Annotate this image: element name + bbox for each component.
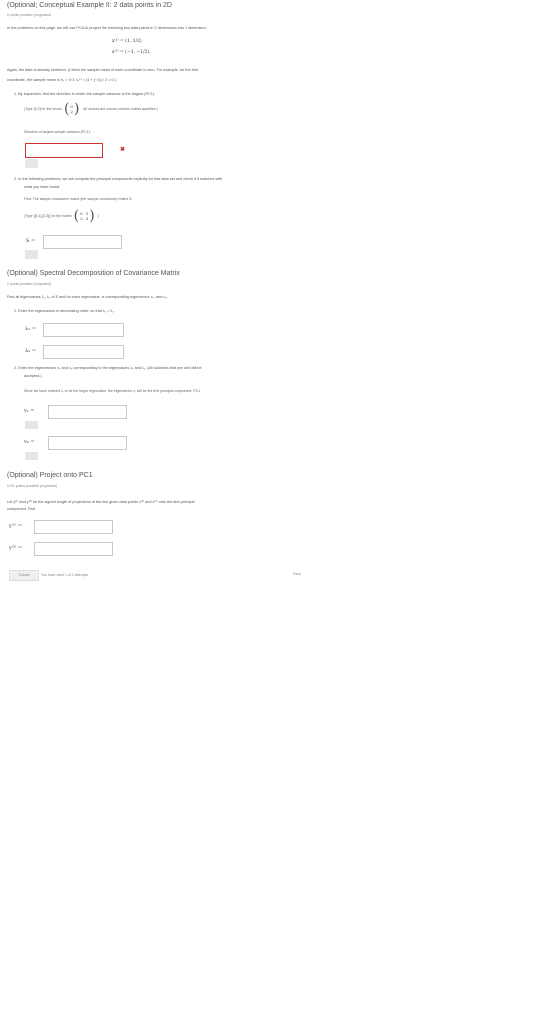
eigenvalue-instruction: 1. Enter the eigenvalues in decreasing o… [14, 309, 115, 313]
covariance-prompt: First: The sample covariance matrix (the… [24, 197, 133, 201]
intro-text: In the problems on this page, we will us… [7, 26, 207, 30]
lambda1-label: λ₁ = [25, 326, 36, 332]
v2-label: v₂ = [24, 439, 35, 445]
centered-text-line1: Again, the data is already centered. (Ch… [7, 68, 198, 72]
attempts-text: You have used 1 of 2 attempts [41, 573, 89, 577]
example-vector: ( 02 ) [63, 101, 80, 117]
points-meta: 0.0/1 points possible (ungraded) [7, 484, 58, 488]
v1-label: v₁ = [24, 408, 35, 414]
eigen-prompt: Find all eigenvalues λ₁, λ₂ of S and for… [7, 295, 168, 299]
matrix-hint-suffix: .) [96, 214, 99, 218]
matrix-d: 3 [85, 216, 89, 221]
incorrect-icon: ✖ [120, 147, 126, 153]
points-meta: 0 points possible (ungraded) [7, 282, 52, 286]
matrix-hint-prefix: (Type [[0,1],[2,3]] for the matrix [24, 214, 72, 218]
v1-input[interactable] [48, 405, 127, 419]
save-button[interactable]: Save [293, 572, 301, 576]
covariance-matrix-input[interactable] [43, 235, 122, 249]
v2-input[interactable] [48, 436, 127, 450]
centered-text-line2: coordinate, the sample mean is x̄₁ = ½ Σ… [7, 78, 116, 82]
eigenvector-instruction-line2: accepted.) [24, 374, 42, 378]
section-title: (Optional) Spectral Decomposition of Cov… [7, 270, 180, 277]
vector-bottom: 2 [70, 109, 73, 114]
data-point-1: x⁽¹⁾ = (1, 1/2) [112, 39, 142, 44]
data-point-2: x⁽²⁾ = (−1, −1/2). [112, 50, 151, 55]
y2-label: y⁽²⁾ = [9, 545, 23, 551]
y1-input[interactable] [34, 520, 113, 534]
projection-prompt-line2: component. Find [7, 507, 36, 511]
question-2-line1: 2. In the following problems, we will co… [14, 177, 223, 181]
type-hint-vector: (Type [0,2] for the vector ( 02 ) . All … [24, 101, 158, 117]
lambda2-input[interactable] [43, 345, 124, 359]
s-label: S = [26, 238, 36, 244]
eigenvector-instruction-line1: 2. Enter the eigenvectors v₁ and v₂ corr… [14, 366, 202, 370]
y1-label: y⁽¹⁾ = [9, 523, 23, 529]
type-hint-matrix: (Type [[0,1],[2,3]] for the matrix ( 01 … [24, 208, 99, 224]
type-hint-suffix: . All vectors are column vectors unless … [81, 107, 158, 111]
lambda1-input[interactable] [43, 323, 124, 337]
question-2-line2: what you have found. [24, 185, 61, 189]
type-hint-prefix: (Type [0,2] for the vector [24, 107, 62, 111]
points-meta: 0 points possible (ungraded) [7, 13, 52, 17]
preview-button[interactable] [25, 159, 38, 168]
direction-label: Direction of largest sample variance (PC… [24, 130, 91, 134]
preview-button[interactable] [25, 452, 38, 460]
example-matrix: ( 01 23 ) [73, 208, 95, 224]
pc1-note: Since we have ordered λ₁ to be the large… [24, 389, 202, 393]
question-1: 1. By inspection, find the direction in … [14, 92, 156, 96]
preview-button[interactable] [25, 421, 38, 429]
y2-input[interactable] [34, 542, 113, 556]
projection-prompt-line1: Let y⁽¹⁾ and y⁽²⁾ be the signed length o… [7, 500, 195, 504]
section-title: (Optional; Conceptual Example II: 2 data… [7, 2, 172, 9]
lambda2-label: λ₂ = [25, 348, 36, 354]
preview-button[interactable] [25, 250, 38, 259]
section-title: (Optional) Project onto PC1 [7, 472, 93, 479]
matrix-c: 2 [80, 216, 83, 221]
pc1-direction-input[interactable] [25, 143, 103, 158]
submit-button[interactable]: Submit [9, 570, 39, 581]
